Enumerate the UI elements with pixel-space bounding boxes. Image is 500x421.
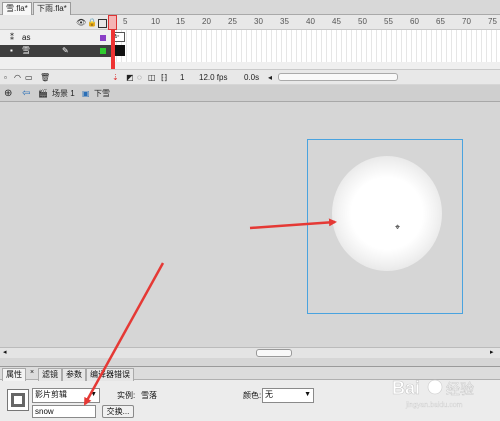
- ruler-label: 55: [384, 17, 393, 26]
- add-layer-icon[interactable]: ▫: [4, 73, 7, 82]
- ruler-label: 70: [462, 17, 471, 26]
- ruler-label: 65: [436, 17, 445, 26]
- snowflake-gradient: [332, 156, 442, 271]
- add-folder-icon[interactable]: ▭: [25, 73, 33, 82]
- ruler-label: 40: [306, 17, 315, 26]
- ruler-label: 45: [332, 17, 341, 26]
- back-arrow-icon[interactable]: ⇦: [22, 88, 30, 99]
- lock-icon[interactable]: 🔒: [87, 18, 97, 27]
- ruler-label: 50: [358, 17, 367, 26]
- tab-filters[interactable]: 滤镜: [38, 368, 62, 381]
- outline-icon[interactable]: [98, 19, 107, 28]
- ruler-label: 75: [488, 17, 497, 26]
- timeline-panel: 👁 🔒 5 10 15 20 25 30 35 40 45 50 55 60 6…: [0, 15, 500, 84]
- breadcrumb-symbol[interactable]: 下雪: [94, 88, 110, 99]
- timeline-scrollbar[interactable]: [278, 73, 398, 81]
- breadcrumb-scene[interactable]: 场景 1: [52, 88, 75, 99]
- color-effect-select[interactable]: 无 ▼: [262, 388, 314, 403]
- elapsed-time: 0.0s: [244, 73, 260, 82]
- layer-row-snow[interactable]: ▪ 雪 ✎: [0, 45, 112, 57]
- onion-outline-icon[interactable]: ◌: [137, 73, 142, 82]
- instance-label: 实例:: [117, 391, 136, 400]
- ruler-label: 20: [202, 17, 211, 26]
- ruler-label: 60: [410, 17, 419, 26]
- stage-horizontal-scrollbar[interactable]: ◂ ▸: [0, 347, 500, 358]
- frame-rate[interactable]: 12.0 fps: [199, 73, 227, 82]
- layer-color-swatch: [100, 35, 106, 41]
- tab-rain-fla[interactable]: 下雨.fla*: [33, 2, 71, 16]
- color-effect-value: 无: [265, 390, 273, 399]
- tab-properties[interactable]: 属性: [2, 368, 26, 381]
- watermark-text2: 经验: [446, 381, 474, 397]
- ruler-label: 10: [151, 17, 160, 26]
- playhead-handle[interactable]: [108, 15, 117, 30]
- movieclip-symbol-icon: [7, 389, 29, 411]
- layer-name: as: [22, 33, 31, 42]
- snow-symbol-selection[interactable]: ⌖: [307, 139, 463, 314]
- layer-icon: ▪: [10, 46, 13, 55]
- registration-point-icon: ⌖: [394, 222, 401, 232]
- ruler-label: 30: [254, 17, 263, 26]
- onion-markers-icon[interactable]: ⁅⁆: [161, 73, 167, 82]
- close-icon[interactable]: ×: [30, 369, 34, 376]
- tab-parameters[interactable]: 参数: [62, 368, 86, 381]
- scroll-left-icon[interactable]: ◂: [268, 73, 272, 82]
- scroll-left-arrow-icon[interactable]: ◂: [3, 348, 7, 356]
- watermark-text: Bai: [392, 378, 420, 398]
- ruler-label: 5: [123, 17, 128, 26]
- chevron-down-icon: ▼: [90, 391, 97, 398]
- timeline-header: 👁 🔒 5 10 15 20 25 30 35 40 45 50 55 60 6…: [0, 15, 500, 30]
- document-tabs: 雪.fla* 下雨.fla*: [0, 0, 500, 16]
- edit-multiple-icon[interactable]: ◫: [148, 73, 156, 82]
- eye-icon[interactable]: 👁: [76, 18, 86, 27]
- layer-name: 雪: [22, 46, 30, 55]
- baidu-watermark: Bai 经验 jingyan.baidu.com: [388, 372, 496, 412]
- scroll-right-arrow-icon[interactable]: ▸: [490, 348, 494, 356]
- scene-icon: 🎬: [38, 89, 48, 98]
- chevron-down-icon: ▼: [304, 391, 311, 398]
- scroll-thumb[interactable]: [256, 349, 292, 357]
- delete-layer-icon[interactable]: 🗑: [40, 73, 50, 82]
- frame-ruler[interactable]: 5 10 15 20 25 30 35 40 45 50 55 60 65 70…: [112, 15, 500, 30]
- layer-row-as[interactable]: ⁑ as: [0, 32, 112, 44]
- stage-canvas[interactable]: ⌖: [0, 103, 500, 347]
- actions-layer-icon: ⁑: [10, 33, 14, 42]
- add-guide-icon[interactable]: ◠: [14, 73, 21, 82]
- pencil-icon: ✎: [62, 46, 69, 55]
- tab-snow-fla[interactable]: 雪.fla*: [2, 2, 32, 16]
- ruler-label: 35: [280, 17, 289, 26]
- current-frame: 1: [180, 73, 185, 82]
- swap-button[interactable]: 交换...: [102, 405, 134, 418]
- timeline-footer: ▫ ◠ ▭ 🗑 ⇣ ◩ ◌ ◫ ⁅⁆ 1 12.0 fps 0.0s ◂: [0, 69, 500, 84]
- instance-symbol-name: 雪落: [141, 391, 157, 400]
- frame-grid[interactable]: a◦: [112, 30, 500, 62]
- movieclip-icon: ▣: [82, 89, 90, 98]
- ruler-label: 25: [228, 17, 237, 26]
- ruler-label: 15: [176, 17, 185, 26]
- center-frame-icon[interactable]: ⇣: [112, 73, 119, 82]
- watermark-sub: jingyan.baidu.com: [405, 402, 463, 409]
- symbol-type-select[interactable]: 影片剪辑 ▼: [32, 388, 100, 403]
- edit-bar: ⊕ ⇦ 🎬 场景 1 ▣ 下雪: [0, 85, 500, 102]
- symbol-type-value: 影片剪辑: [35, 390, 67, 399]
- instance-name-input[interactable]: snow: [32, 405, 96, 418]
- layer-color-swatch: [100, 48, 106, 54]
- tab-compiler-errors[interactable]: 编译器错误: [86, 368, 134, 381]
- onion-skin-icon[interactable]: ◩: [126, 73, 134, 82]
- color-label: 颜色:: [243, 391, 262, 400]
- timeline-toggle-icon[interactable]: ⊕: [4, 88, 12, 99]
